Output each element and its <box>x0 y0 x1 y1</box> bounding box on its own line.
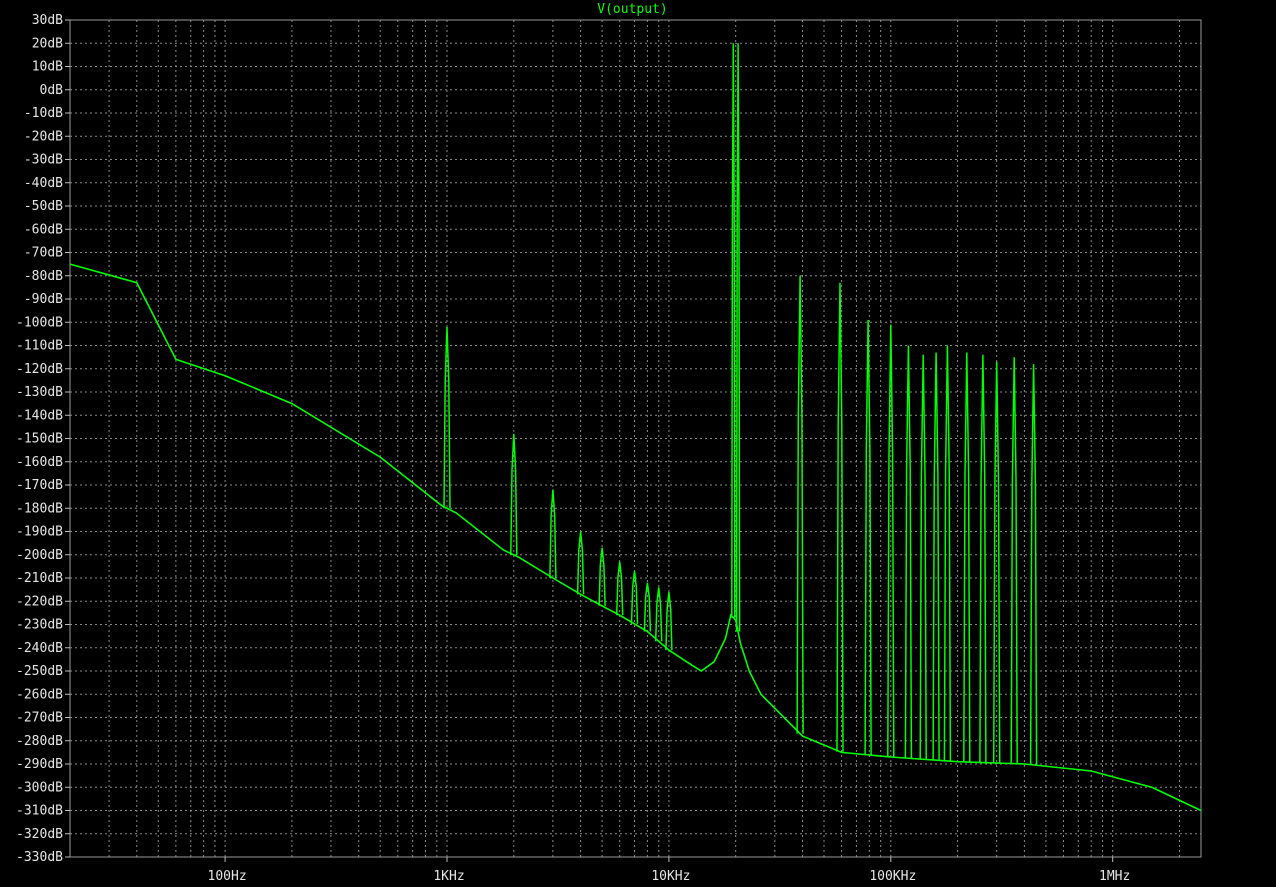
y-tick-label: -80dB <box>24 269 63 284</box>
y-tick-label: -20dB <box>24 129 63 144</box>
harmonic-peak <box>796 275 804 734</box>
y-tick-label: -100dB <box>16 315 63 330</box>
y-tick-label: -140dB <box>16 408 63 423</box>
harmonic-peak <box>549 489 557 579</box>
bode-plot: 30dB 20dB 10dB 0dB -10dB -20dB -30dB -40dB -50dB… <box>16 2 1202 884</box>
y-tick-label: -160dB <box>16 455 63 470</box>
y-tick-label: -260dB <box>16 687 63 702</box>
y-tick-label: -70dB <box>24 246 63 261</box>
harmonic-peak <box>904 345 913 759</box>
chart-title: V(output) <box>597 2 667 17</box>
y-tick-label: -330dB <box>16 850 63 865</box>
harmonic-peak <box>735 43 741 632</box>
harmonic-peak <box>979 354 987 763</box>
y-tick-label: -10dB <box>24 106 63 121</box>
y-tick-label: -50dB <box>24 199 63 214</box>
y-tick-label: -240dB <box>16 641 63 656</box>
y-tick-label: -60dB <box>24 222 63 237</box>
y-tick-label: -290dB <box>16 757 63 772</box>
harmonic-peak <box>731 43 736 618</box>
y-tick-label: -230dB <box>16 618 63 633</box>
y-tick-label: -310dB <box>16 804 63 819</box>
y-tick-label: -30dB <box>24 153 63 168</box>
harmonic-peak <box>1029 364 1038 766</box>
y-tick-label: -110dB <box>16 339 63 354</box>
x-tick-label: 100KHz <box>869 869 916 884</box>
y-tick-label: -190dB <box>16 525 63 540</box>
harmonic-peak <box>836 282 844 752</box>
harmonic-peak <box>963 352 971 763</box>
trace <box>69 43 1202 812</box>
y-tick-label: -180dB <box>16 501 63 516</box>
y-tick-label: 30dB <box>32 13 63 28</box>
harmonic-peak <box>615 561 624 616</box>
x-axis-ticks: 100Hz 1KHz 10KHz 100KHz 1MHz <box>208 857 1130 884</box>
x-tick-label: 100Hz <box>208 869 247 884</box>
y-tick-label: -280dB <box>16 734 63 749</box>
harmonic-peak <box>943 345 952 762</box>
y-tick-label: -130dB <box>16 385 63 400</box>
y-tick-label: 20dB <box>32 36 63 51</box>
y-tick-label: -210dB <box>16 571 63 586</box>
harmonic-peak <box>1010 357 1018 764</box>
x-tick-label: 1MHz <box>1099 869 1130 884</box>
x-tick-label: 1KHz <box>433 869 464 884</box>
y-tick-label: 10dB <box>32 60 63 75</box>
y-tick-label: -40dB <box>24 176 63 191</box>
x-tick-label: 10KHz <box>651 869 690 884</box>
y-tick-label: 0dB <box>40 83 64 98</box>
y-tick-label: -200dB <box>16 548 63 563</box>
y-tick-label: -120dB <box>16 362 63 377</box>
harmonic-peak <box>932 352 940 761</box>
y-tick-label: -90dB <box>24 292 63 307</box>
y-tick-label: -250dB <box>16 664 63 679</box>
y-tick-label: -270dB <box>16 711 63 726</box>
y-tick-label: -320dB <box>16 827 63 842</box>
harmonic-peak <box>864 319 872 755</box>
y-axis-ticks: 30dB 20dB 10dB 0dB -10dB -20dB -30dB -40dB -50dB… <box>16 13 70 865</box>
y-tick-label: -170dB <box>16 478 63 493</box>
y-tick-label: -300dB <box>16 780 63 795</box>
y-tick-label: -150dB <box>16 432 63 447</box>
y-tick-label: -220dB <box>16 594 63 609</box>
